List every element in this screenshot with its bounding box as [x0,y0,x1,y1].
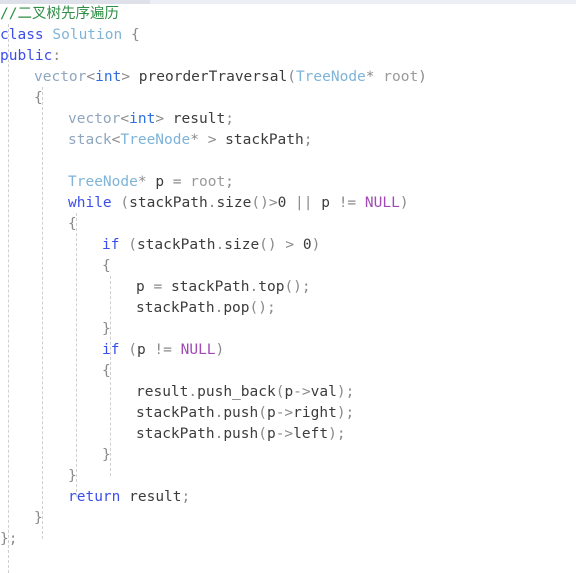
code-line[interactable]: }; [0,529,576,550]
code-line[interactable]: return result; [0,487,576,508]
code-line[interactable]: stack<TreeNode* > stackPath; [0,130,576,151]
code-line[interactable]: //二叉树先序遍历 [0,4,576,25]
code-line[interactable]: vector<int> result; [0,109,576,130]
code-line[interactable]: } [0,445,576,466]
code-line[interactable]: } [0,466,576,487]
code-line[interactable]: stackPath.push(p->right); [0,403,576,424]
code-line[interactable]: vector<int> preorderTraversal(TreeNode* … [0,67,576,88]
code-line[interactable]: { [0,88,576,109]
code-line[interactable]: if (p != NULL) [0,340,576,361]
code-line[interactable]: class Solution { [0,25,576,46]
code-line[interactable] [0,151,576,172]
code-line[interactable]: } [0,319,576,340]
code-line[interactable]: public: [0,46,576,67]
code-line[interactable]: TreeNode* p = root; [0,172,576,193]
code-line[interactable]: { [0,214,576,235]
code-line[interactable]: { [0,256,576,277]
code-line[interactable]: if (stackPath.size() > 0) [0,235,576,256]
code-line[interactable]: stackPath.push(p->left); [0,424,576,445]
code-line[interactable]: p = stackPath.top(); [0,277,576,298]
code-content-area[interactable]: //二叉树先序遍历 class Solution {public: vector<i… [0,4,576,573]
code-line[interactable]: } [0,508,576,529]
code-line[interactable]: { [0,361,576,382]
code-editor[interactable]: //二叉树先序遍历 class Solution {public: vector<i… [0,0,576,573]
code-line[interactable]: stackPath.pop(); [0,298,576,319]
code-line[interactable]: while (stackPath.size()>0 || p != NULL) [0,193,576,214]
code-lines: //二叉树先序遍历 class Solution {public: vector<i… [0,4,576,550]
code-line[interactable]: result.push_back(p->val); [0,382,576,403]
